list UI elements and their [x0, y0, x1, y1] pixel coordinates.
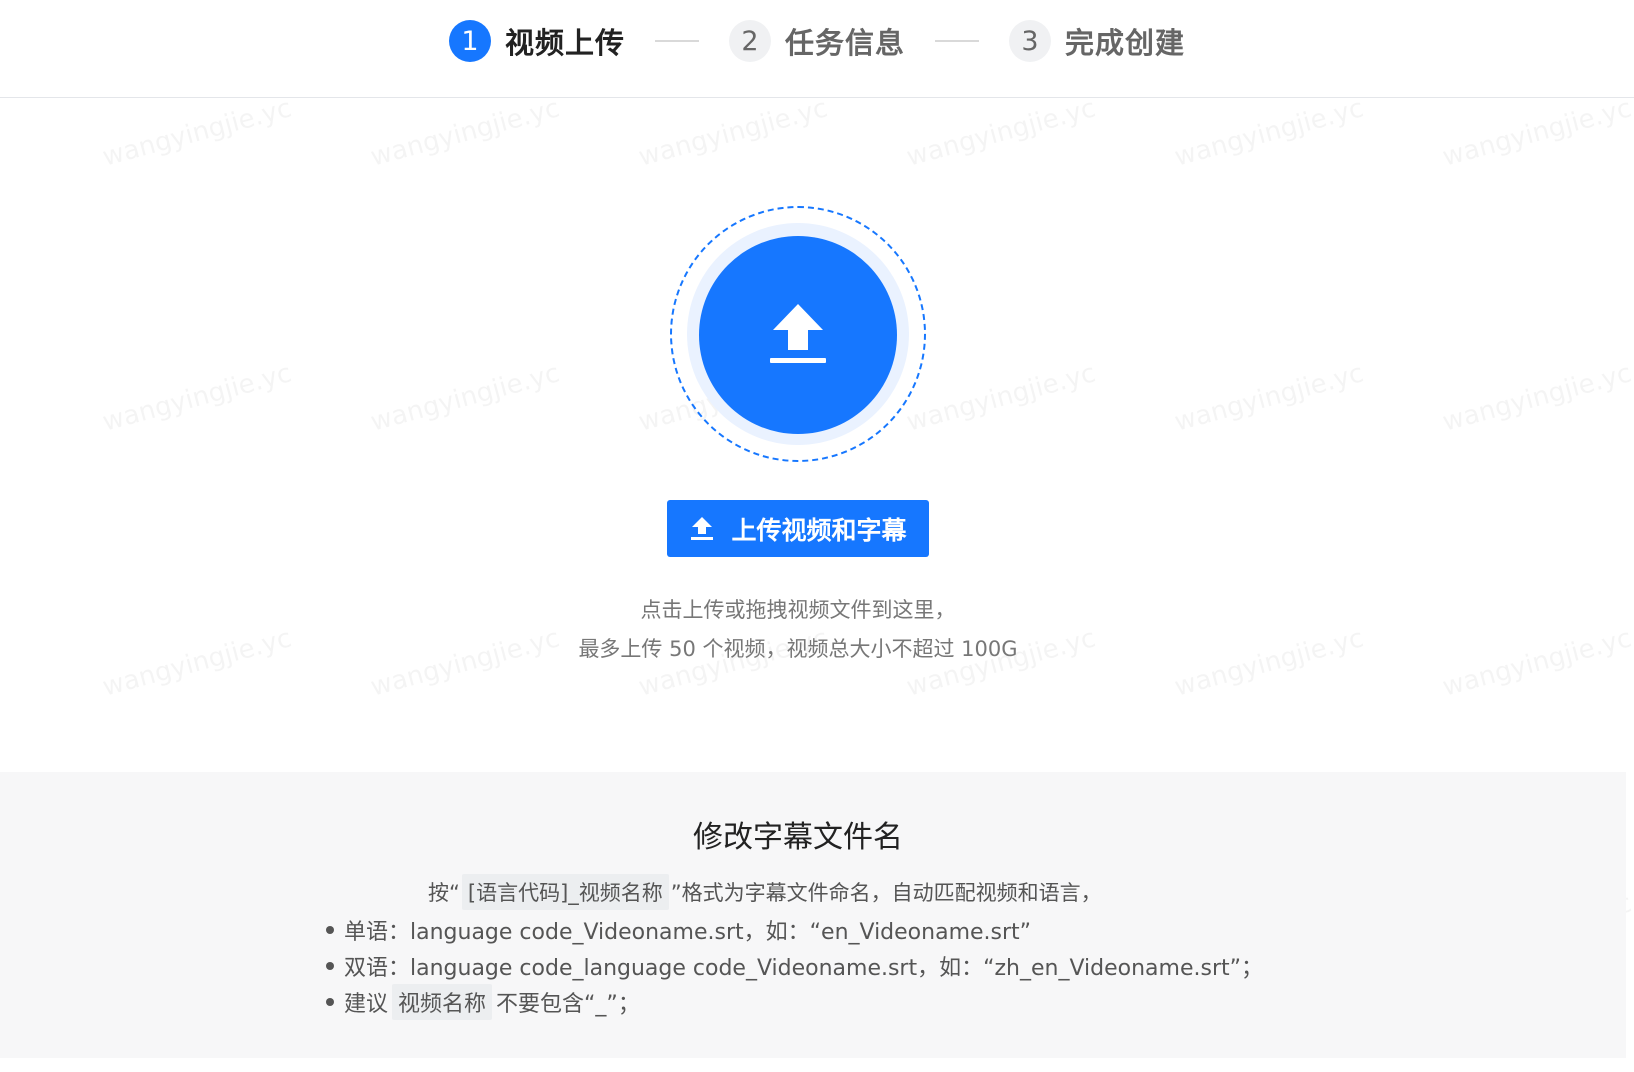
naming-rules-list: 单语：language code_Videoname.srt，如：“en_Vid… — [326, 912, 1263, 1020]
step-indicator: 1 视频上传 2 任务信息 3 完成创建 — [0, 19, 1634, 63]
watermark-text: wangyingjie.yc — [1439, 98, 1634, 173]
rename-instructions-panel: 修改字幕文件名 按“ [语言代码]_视频名称 ”格式为字幕文件命名，自动匹配视频… — [0, 772, 1626, 1058]
desc-suffix: ”格式为字幕文件命名，自动匹配视频和语言， — [670, 881, 1102, 905]
step-divider — [654, 40, 699, 42]
upload-arrow-icon — [770, 304, 826, 363]
step-label: 完成创建 — [1065, 26, 1186, 60]
watermark-text: wangyingjie.yc — [367, 358, 562, 437]
rename-title: 修改字幕文件名 — [693, 820, 903, 855]
step-task-info: 2 任务信息 — [728, 20, 905, 62]
step-video-upload: 1 视频上传 — [448, 20, 625, 62]
rename-description: 按“ [语言代码]_视频名称 ”格式为字幕文件命名，自动匹配视频和语言， — [428, 874, 1102, 910]
watermark-text: wangyingjie.yc — [99, 98, 294, 173]
format-code: [语言代码]_视频名称 — [461, 874, 669, 910]
list-item: 建议 视频名称 不要包含“_”； — [326, 984, 1263, 1020]
watermark-text: wangyingjie.yc — [367, 98, 562, 173]
step-complete: 3 完成创建 — [1009, 20, 1185, 62]
watermark-text: wangyingjie.yc — [903, 358, 1098, 437]
rule3-suffix: 不要包含“_”； — [496, 992, 640, 1017]
watermark-text: wangyingjie.yc — [1171, 358, 1366, 437]
bullet — [326, 962, 334, 970]
watermark-text: wangyingjie.yc — [635, 98, 830, 173]
step-divider — [935, 40, 979, 42]
desc-prefix: 按“ — [428, 881, 460, 905]
step-number: 3 — [1009, 20, 1051, 62]
step-label: 任务信息 — [784, 26, 905, 60]
steps-header: 1 视频上传 2 任务信息 3 完成创建 — [0, 0, 1634, 98]
video-name-code: 视频名称 — [392, 984, 493, 1020]
bullet — [326, 998, 334, 1006]
rule-bilingual: 双语：language code_language code_Videoname… — [344, 956, 1264, 981]
rule-monolingual: 单语：language code_Videoname.srt，如：“en_Vid… — [344, 920, 1032, 945]
step-label: 视频上传 — [504, 26, 625, 60]
watermark-text: wangyingjie.yc — [903, 98, 1098, 173]
upload-button-label: 上传视频和字幕 — [731, 515, 907, 545]
watermark-text: wangyingjie.yc — [99, 358, 294, 437]
upload-icon — [689, 516, 715, 542]
upload-video-subtitle-button[interactable]: 上传视频和字幕 — [667, 500, 929, 557]
upload-hint-line2: 最多上传 50 个视频，视频总大小不超过 100G — [578, 637, 1018, 661]
watermark-text: wangyingjie.yc — [1171, 98, 1366, 173]
upload-hint-line1: 点击上传或拖拽视频文件到这里， — [640, 598, 956, 622]
step-number: 1 — [448, 20, 491, 62]
list-item: 单语：language code_Videoname.srt，如：“en_Vid… — [326, 912, 1263, 948]
rule3-prefix: 建议 — [344, 992, 389, 1017]
upload-dropzone[interactable] — [699, 236, 897, 434]
watermark-text: wangyingjie.yc — [1439, 358, 1634, 437]
list-item: 双语：language code_language code_Videoname… — [326, 948, 1263, 984]
step-number: 2 — [728, 20, 771, 62]
bullet — [326, 926, 334, 934]
